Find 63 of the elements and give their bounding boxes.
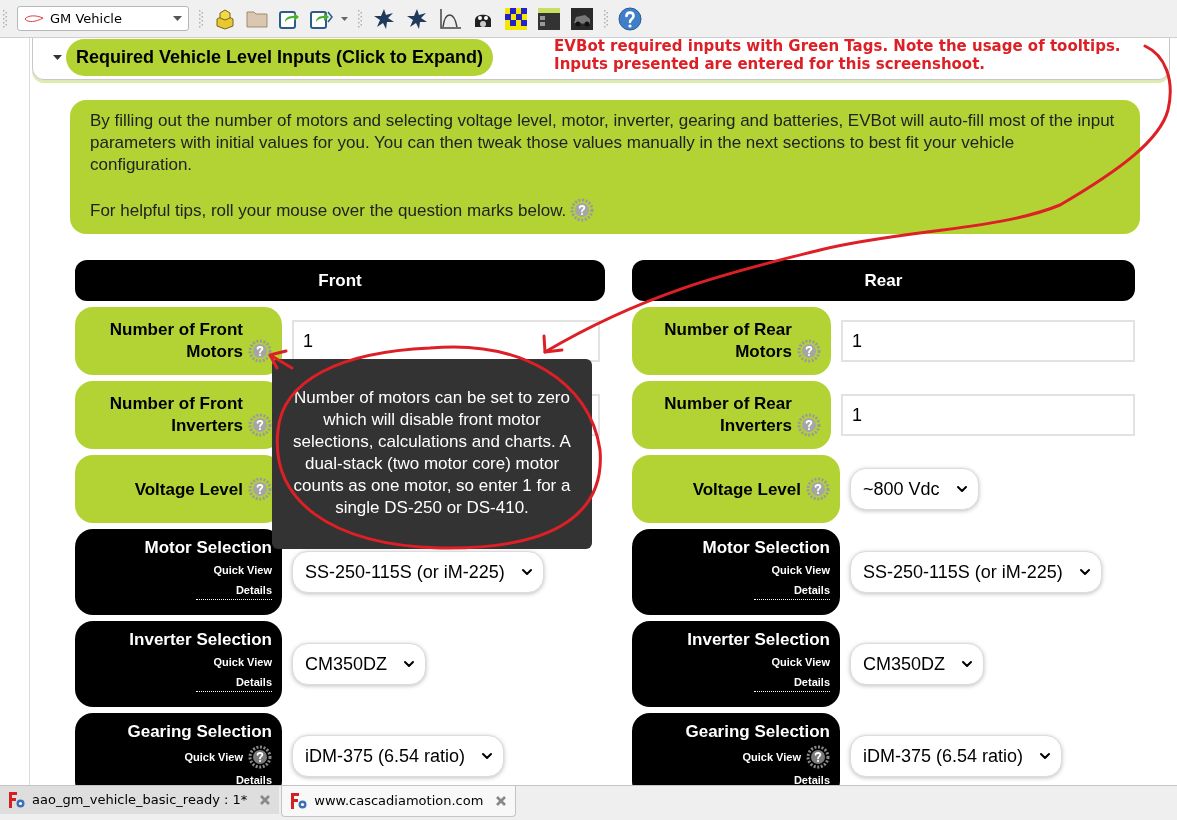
details-link[interactable]: Details — [195, 581, 272, 600]
document-tab[interactable]: aao_gm_vehicle_basic_ready : 1* — [0, 786, 280, 814]
dropdown[interactable]: CM350DZ — [850, 643, 985, 685]
quick-view-link[interactable]: Quick View — [742, 748, 801, 766]
field-label: Number of Rear Inverters — [663, 393, 792, 437]
quick-view-link[interactable]: Quick View — [771, 561, 830, 579]
dropdown[interactable]: SS-250-115S (or iM-225) — [850, 551, 1102, 593]
field-label: Inverter Selection — [129, 629, 272, 651]
field-label: Gearing Selection — [127, 721, 272, 743]
caret-icon — [173, 16, 182, 21]
details-link[interactable]: Details — [793, 771, 830, 785]
panel-icon[interactable] — [537, 6, 561, 31]
number-input[interactable]: 1 — [840, 320, 1135, 362]
help-icon[interactable] — [248, 745, 272, 769]
toolbar-grip-icon[interactable] — [358, 9, 362, 28]
field-label: Voltage Level — [692, 479, 801, 501]
quick-view-link[interactable]: Quick View — [771, 653, 830, 671]
field-label: Motor Selection — [702, 537, 830, 559]
dropdown[interactable]: iDM-375 (6.54 ratio) — [850, 735, 1063, 777]
checkerboard-icon[interactable] — [504, 6, 528, 31]
caret-icon[interactable] — [341, 16, 348, 21]
help-icon[interactable] — [806, 745, 830, 769]
field-label: Number of Front Motors — [108, 319, 243, 363]
quick-view-link[interactable]: Quick View — [213, 653, 272, 671]
column-header: Rear — [632, 260, 1135, 301]
close-icon[interactable] — [495, 795, 508, 807]
details-link[interactable]: Details — [195, 673, 272, 692]
field-label: Gearing Selection — [685, 721, 830, 743]
details-link[interactable]: Details — [753, 581, 830, 600]
toolbar-grip-icon[interactable] — [3, 9, 7, 28]
document-dropdown[interactable]: GM Vehicle — [17, 6, 189, 31]
panel-title[interactable]: Required Vehicle Level Inputs (Click to Expand) — [66, 39, 494, 76]
outline-icon — [24, 13, 44, 24]
document-icon — [290, 792, 309, 810]
caret-down-icon[interactable] — [53, 53, 62, 62]
intro-paragraph: By filling out the number of motors and selecting voltage level, motor, inverter, gearing and batteries, EVBot will auto-fill most of the input parameters with initial values for you. You can then tweak those values manually in the next sections to best fit your vehicle configuration. — [90, 110, 1116, 176]
field-label: Number of Front Inverters — [108, 393, 243, 437]
dropdown[interactable]: SS-250-115S (or iM-225) — [292, 551, 544, 593]
panel-header[interactable]: Required Vehicle Level Inputs (Click to Expand) EVBot required inputs with Green Tags. Note the usage of tooltips. Inputs presented are entered for this screenshoot. — [32, 38, 1170, 80]
document-icon — [8, 791, 26, 809]
tooltip: Number of motors can be set to zero which will disable front motor selections, calculations and charts. A dual-stack (two motor core) motor counts as one motor, so enter 1 for a single DS-250 or DS-410. — [272, 359, 592, 549]
number-input[interactable]: 1 — [840, 394, 1135, 436]
vehicle-icon[interactable] — [570, 6, 594, 31]
details-link[interactable]: Details — [235, 771, 272, 785]
toolbar-grip-icon[interactable] — [199, 9, 203, 28]
field-label: Number of Rear Motors — [663, 319, 792, 363]
toolbar-grip-icon[interactable] — [604, 9, 608, 28]
intro-text: For helpful tips, roll your mouse over the question marks below. — [90, 200, 567, 222]
annotation-note: Inputs presented are entered for this screenshoot. — [554, 55, 987, 73]
close-icon[interactable] — [259, 794, 272, 806]
quick-view-link[interactable]: Quick View — [213, 561, 272, 579]
details-link[interactable]: Details — [753, 673, 830, 692]
annotation-note: EVBot required inputs with Green Tags. Note the usage of tooltips. — [554, 38, 1121, 55]
field-label: Inverter Selection — [687, 629, 830, 651]
dropdown[interactable]: ~800 Vdc — [850, 468, 979, 510]
column-header: Front — [75, 260, 605, 301]
dropdown[interactable]: iDM-375 (6.54 ratio) — [292, 735, 505, 777]
quick-view-link[interactable]: Quick View — [184, 748, 243, 766]
document-tab[interactable]: www.cascadiamotion.com — [281, 786, 517, 817]
chart-icon[interactable] — [438, 6, 462, 31]
field-label: Voltage Level — [134, 479, 243, 501]
dropdown[interactable]: CM350DZ — [292, 643, 427, 685]
field-label: Motor Selection — [144, 537, 272, 559]
